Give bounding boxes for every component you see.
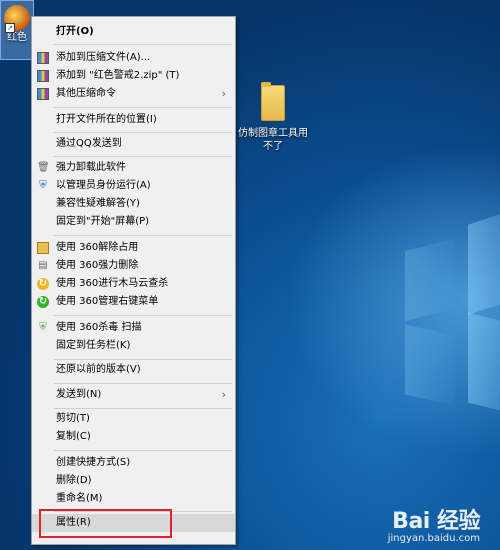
trash-icon: 🗑 [37,162,50,173]
desktop-folder[interactable]: 仿制图章工具用不了 [238,82,308,153]
menu-item-troubleshoot-compat[interactable]: 兼容性疑难解答(Y) [32,195,235,213]
menu-item-create-shortcut[interactable]: 创建快捷方式(S) [32,454,235,472]
submenu-arrow-icon: › [221,87,226,100]
menu-item-rename[interactable]: 重命名(M) [32,490,235,508]
archive-icon [37,88,49,100]
red-highlight-frame [39,509,172,538]
shield-check-icon: ⛨ [39,322,47,333]
menu-separator [54,450,232,451]
menu-item-360-manage-menu[interactable]: ↻ 使用 360管理右键菜单 [32,293,235,311]
menu-item-open[interactable]: 打开(O) [32,23,235,41]
unlock-box-icon [37,242,49,254]
desktop-icon-red-alert[interactable]: ↗ 红色 [0,0,34,60]
menu-separator [54,235,232,236]
menu-item-open-file-location[interactable]: 打开文件所在的位置(I) [32,111,235,129]
menu-item-pin-to-start[interactable]: 固定到"开始"屏幕(P) [32,213,235,231]
shredder-icon: ▤ [38,260,48,271]
menu-item-send-to[interactable]: 发送到(N) › [32,386,235,404]
desktop-folder-label: 仿制图章工具用不了 [238,128,308,152]
360-icon: ↻ [37,296,49,308]
menu-item-pin-to-taskbar[interactable]: 固定到任务栏(K) [32,337,235,355]
menu-separator [54,315,232,316]
light-beam [468,205,500,315]
menu-item-send-via-qq[interactable]: 通过QQ发送到 [32,135,235,153]
light-beam [405,324,455,406]
menu-item-run-as-admin[interactable]: ⛨ 以管理员身份运行(A) [32,177,235,195]
menu-separator [54,408,232,409]
folder-icon [261,82,285,121]
menu-separator [54,383,232,384]
watermark-main-text: Bai 经验 [392,509,480,534]
baidu-jingyan-watermark: Bai 经验 jingyan.baidu.com [387,503,481,544]
menu-item-add-to-archive[interactable]: 添加到压缩文件(A)... [32,49,235,67]
menu-item-delete[interactable]: 删除(D) [32,472,235,490]
shortcut-arrow-icon: ↗ [5,23,15,33]
submenu-arrow-icon: › [221,388,226,401]
archive-icon [37,70,49,82]
menu-item-copy[interactable]: 复制(C) [32,428,235,446]
menu-item-add-to-zip[interactable]: 添加到 "红色警戒2.zip" (T) [32,67,235,85]
menu-separator [54,44,232,45]
360-icon: ↻ [37,278,49,290]
menu-separator [54,359,232,360]
light-beam [405,238,455,322]
menu-item-360-force-delete[interactable]: ▤ 使用 360强力删除 [32,257,235,275]
menu-item-cut[interactable]: 剪切(T) [32,410,235,428]
menu-item-other-compress[interactable]: 其他压缩命令 › [32,85,235,103]
menu-separator [54,107,232,108]
menu-item-360-trojan-scan[interactable]: ↻ 使用 360进行木马云查杀 [32,275,235,293]
menu-separator [54,156,232,157]
menu-separator [54,132,232,133]
context-menu: 打开(O) 添加到压缩文件(A)... 添加到 "红色警戒2.zip" (T) … [31,16,236,545]
menu-item-360-unlock[interactable]: 使用 360解除占用 [32,239,235,257]
shield-icon: ⛨ [39,180,47,191]
light-beam [468,312,500,418]
watermark-sub-text: jingyan.baidu.com [387,533,480,544]
archive-icon [37,52,49,64]
menu-item-force-uninstall[interactable]: 🗑 强力卸载此软件 [32,159,235,177]
menu-item-360-antivirus-scan[interactable]: ⛨ 使用 360杀毒 扫描 [32,319,235,337]
menu-item-restore-previous[interactable]: 还原以前的版本(V) [32,361,235,379]
